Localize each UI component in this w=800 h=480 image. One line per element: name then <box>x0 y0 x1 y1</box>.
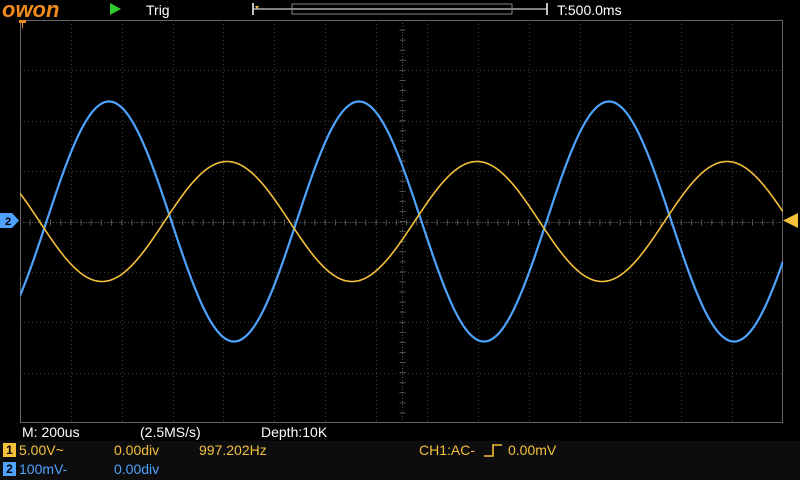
trigger-status: Trig <box>146 2 170 18</box>
run-icon[interactable] <box>110 3 121 15</box>
memory-depth-readout: Depth:10K <box>261 424 328 440</box>
ch2-offset: 0.00div <box>114 461 160 477</box>
acquisition-info-bar: M: 200us (2.5MS/s) Depth:10K <box>0 423 800 441</box>
ch2-ground-label: 2 <box>5 216 11 228</box>
ch1-frequency: 997.202Hz <box>199 442 267 458</box>
arrow-left-icon[interactable] <box>783 213 800 228</box>
channel-info-panel: 1 5.00V~ 0.00div 997.202Hz CH1:AC- 0.00m… <box>0 441 800 480</box>
memory-position-bar[interactable] <box>252 2 548 16</box>
ch2-scale[interactable]: 100mV- <box>19 461 67 477</box>
trigger-position-icon <box>19 20 26 28</box>
top-bar: owon Trig T:500.0ms <box>0 0 800 22</box>
rising-edge-icon <box>484 444 502 457</box>
graticule <box>20 20 783 423</box>
trigger-level: 0.00mV <box>508 442 557 458</box>
ch1-scale[interactable]: 5.00V~ <box>19 442 64 458</box>
ch1-badge[interactable]: 1 <box>3 443 16 457</box>
sample-rate-readout: (2.5MS/s) <box>140 424 201 440</box>
ch2-badge[interactable]: 2 <box>3 462 16 476</box>
waveform-display[interactable] <box>20 20 783 423</box>
ch1-offset: 0.00div <box>114 442 160 458</box>
time-position-readout: T:500.0ms <box>557 2 622 18</box>
trigger-source[interactable]: CH1:AC- <box>419 442 475 458</box>
ch2-ground-marker[interactable]: 2 <box>0 213 20 228</box>
timebase-readout[interactable]: M: 200us <box>22 424 80 440</box>
